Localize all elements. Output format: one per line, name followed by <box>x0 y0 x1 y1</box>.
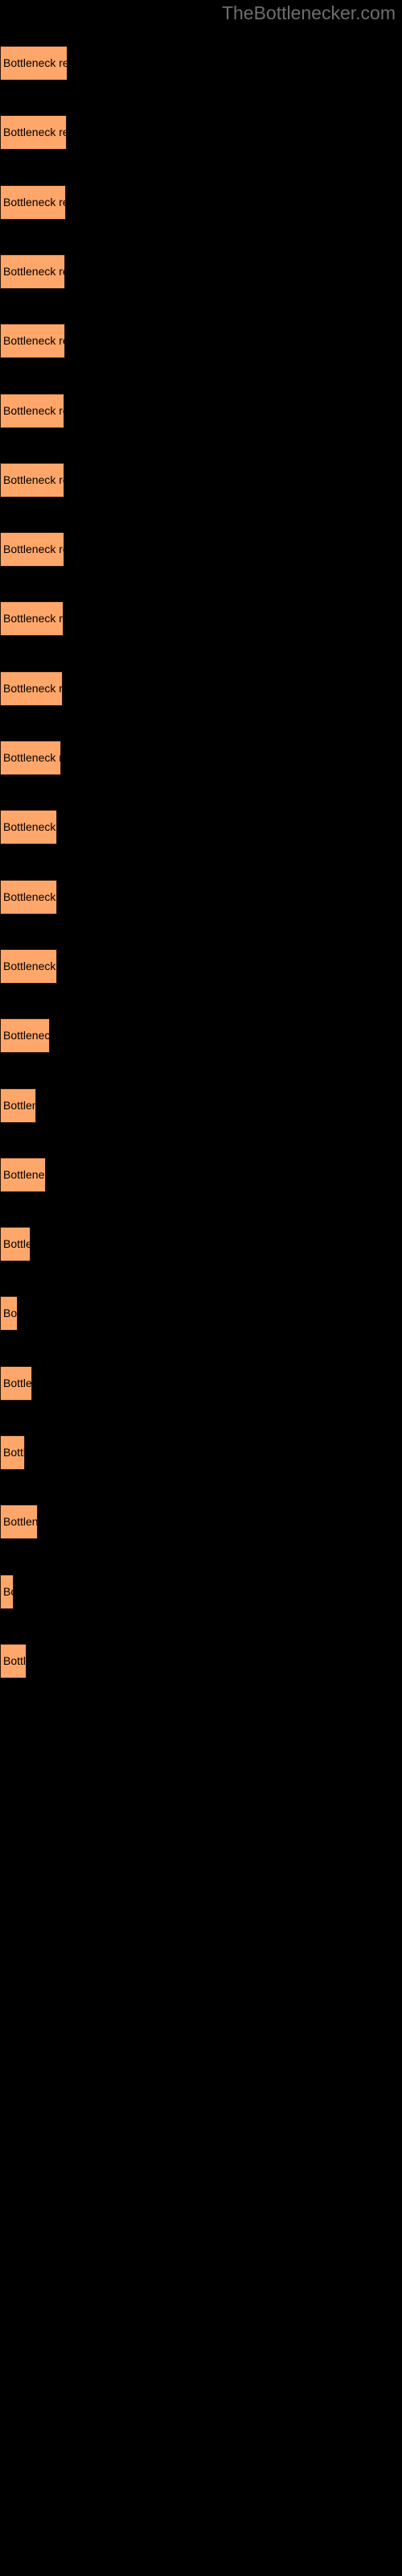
bar-row: Bottleneck result <box>0 671 63 706</box>
bar <box>0 532 64 568</box>
bar-row: Bottleneck result <box>0 1227 31 1262</box>
bar <box>0 184 66 220</box>
bar <box>0 462 64 497</box>
bar-row: Bottleneck result <box>0 1643 27 1678</box>
bar-row: Bottleneck result <box>0 254 65 289</box>
bar <box>0 1018 50 1054</box>
bar-row: Bottleneck result <box>0 741 61 775</box>
bar <box>0 1365 32 1401</box>
bar <box>0 741 61 775</box>
bar <box>0 1227 31 1262</box>
bar <box>0 601 64 637</box>
bar-row: Bottleneck result <box>0 601 64 637</box>
bar-row: Bottleneck result <box>0 393 64 428</box>
bar-row: Bottleneck result <box>0 1018 50 1054</box>
bar <box>0 1505 38 1540</box>
bar <box>0 254 65 289</box>
bar <box>0 393 64 428</box>
bar-row: Bottleneck result <box>0 532 64 568</box>
bar-row: Bottleneck result <box>0 324 65 359</box>
bottleneck-bar-chart: Bottleneck result Bottleneck result Bottle… <box>0 0 402 2576</box>
bar <box>0 671 63 706</box>
bar <box>0 879 57 914</box>
bar <box>0 46 68 80</box>
bar <box>0 810 57 845</box>
bar <box>0 1574 14 1609</box>
bar-row: Bottleneck result <box>0 1435 25 1470</box>
bar <box>0 1088 36 1123</box>
bar-row: Bottleneck result <box>0 1296 18 1331</box>
bar <box>0 115 67 151</box>
bar-row: Bottleneck result <box>0 810 57 845</box>
bar-row: Bottleneck result <box>0 115 67 151</box>
bar-row: Bottleneck result <box>0 1574 14 1609</box>
bar-row: Bottleneck result <box>0 46 68 80</box>
bar-row: Bottleneck result <box>0 1505 38 1540</box>
bar <box>0 1296 18 1331</box>
bar-row: Bottleneck result <box>0 184 66 220</box>
bar-row: Bottleneck result <box>0 1157 46 1192</box>
bar-row: Bottleneck result <box>0 1088 36 1123</box>
bar <box>0 1643 27 1678</box>
bar-row: Bottleneck result <box>0 948 57 984</box>
bar-row: Bottleneck result <box>0 462 64 497</box>
bar-row: Bottleneck result <box>0 879 57 914</box>
bar <box>0 948 57 984</box>
bar <box>0 1435 25 1470</box>
bar <box>0 324 65 359</box>
bar <box>0 1157 46 1192</box>
bar-row: Bottleneck result <box>0 1365 32 1401</box>
